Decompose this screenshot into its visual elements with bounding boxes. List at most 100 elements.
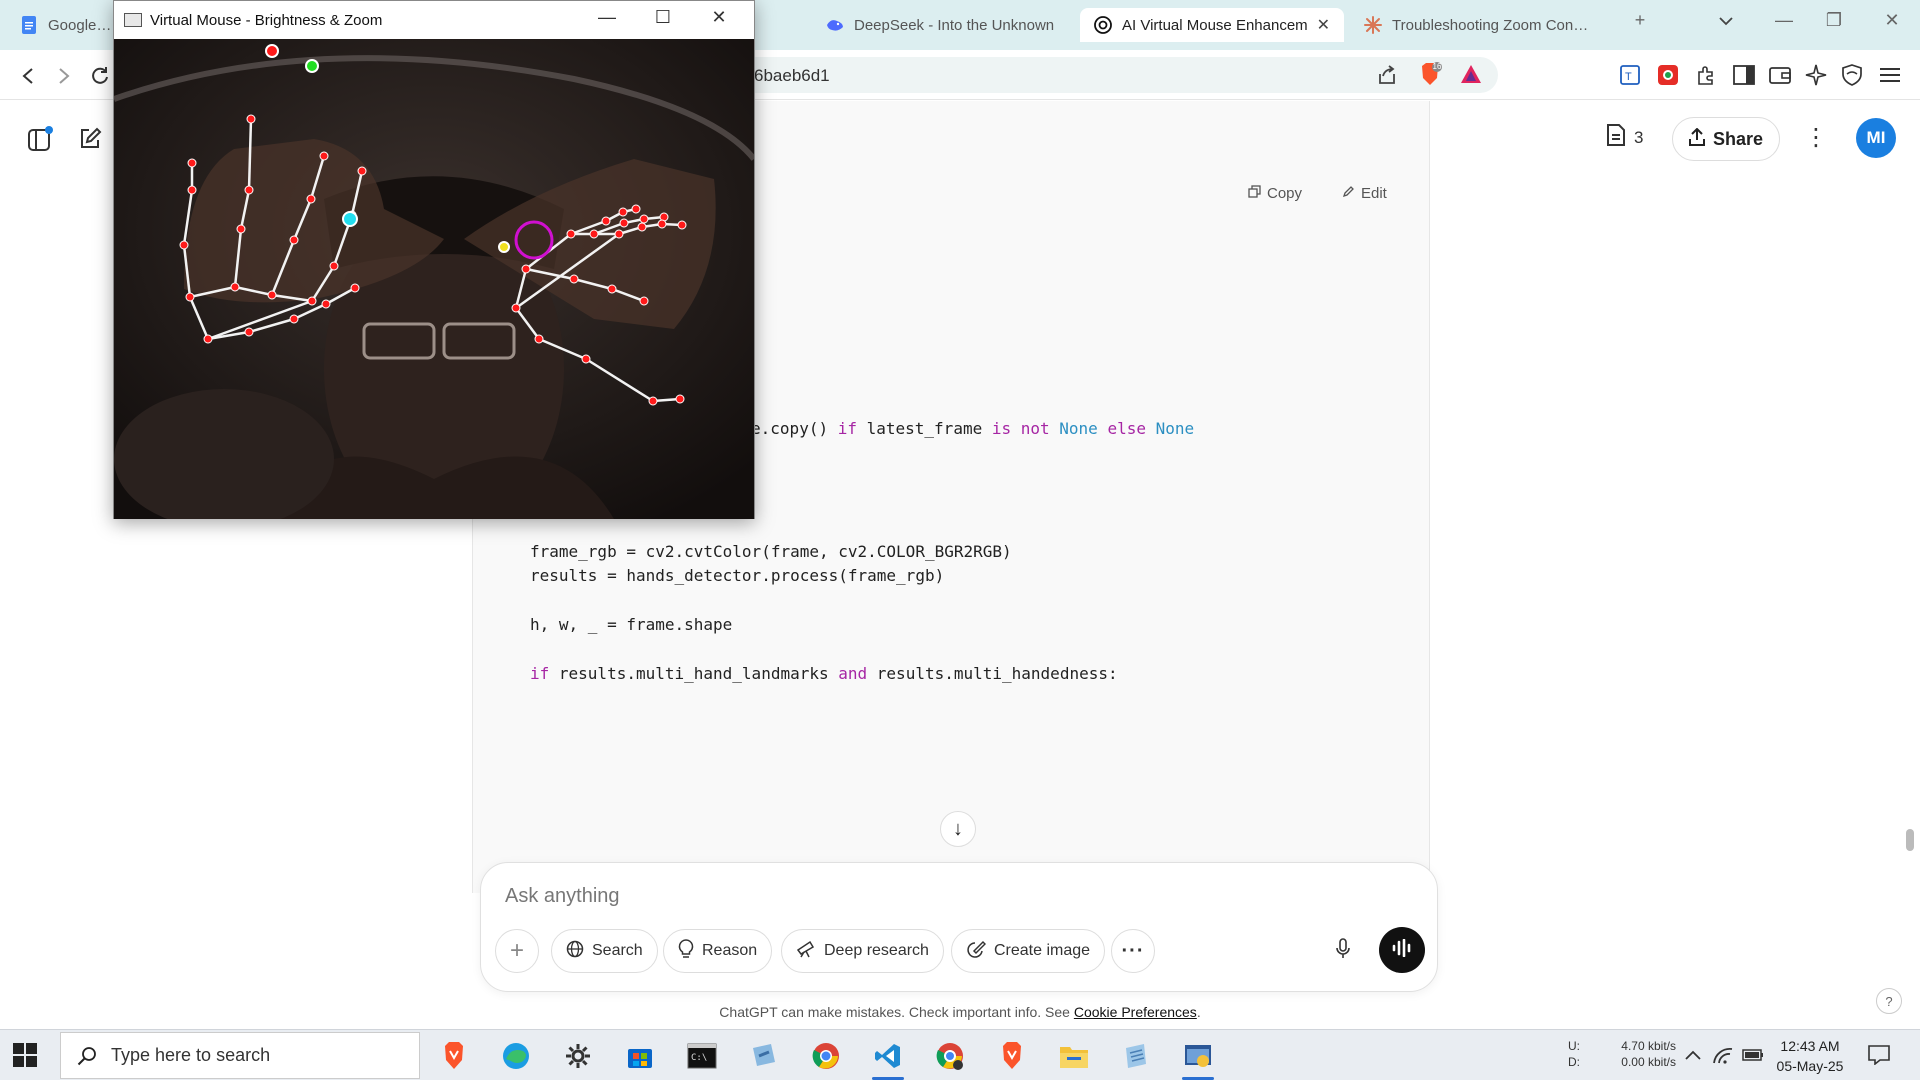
edit-label: Edit: [1361, 185, 1387, 202]
menu-icon[interactable]: [1876, 61, 1904, 89]
page-scrollbar-thumb[interactable]: [1906, 829, 1914, 851]
notepad-icon[interactable]: [1116, 1036, 1156, 1076]
restore-button[interactable]: ❐: [1814, 10, 1854, 31]
copy-icon: [1248, 185, 1261, 202]
left-hand-landmark: [267, 290, 277, 300]
code-line: results = hands_detector.process(frame_r…: [530, 566, 944, 588]
help-button[interactable]: ?: [1876, 988, 1902, 1014]
create-image-button[interactable]: Create image: [951, 929, 1106, 973]
copy-code-button[interactable]: Copy: [1248, 185, 1302, 202]
right-hand-landmark: [521, 264, 531, 274]
microphone-icon: [1335, 937, 1351, 965]
scroll-to-bottom-button[interactable]: ↓: [940, 811, 976, 847]
yellow-point-marker: [498, 241, 510, 253]
paint-icon[interactable]: [744, 1036, 784, 1076]
document-icon: [1606, 123, 1626, 152]
brave-rewards-icon[interactable]: [1460, 64, 1482, 89]
close-window-button[interactable]: ✕: [1872, 10, 1912, 31]
left-hand-landmark: [187, 185, 197, 195]
brave-icon[interactable]: [434, 1036, 474, 1076]
share-page-icon[interactable]: [1376, 64, 1398, 91]
store-icon[interactable]: [620, 1036, 660, 1076]
right-hand-landmark: [631, 204, 641, 214]
taskbar-search[interactable]: Type here to search: [60, 1032, 420, 1079]
ellipsis-icon: ···: [1121, 939, 1145, 962]
search-label: Search: [592, 942, 643, 959]
reload-icon[interactable]: [86, 62, 114, 90]
deep-research-button[interactable]: Deep research: [781, 929, 944, 973]
vpn-shield-icon[interactable]: [1838, 61, 1866, 89]
brave-shields-icon[interactable]: 16: [1418, 62, 1442, 93]
more-options-icon[interactable]: ⋮: [1804, 123, 1828, 152]
tab-chatgpt[interactable]: AI Virtual Mouse Enhancem ✕: [1080, 8, 1344, 42]
cam-maximize-button[interactable]: ☐: [640, 7, 686, 28]
system-clock[interactable]: 12:43 AM 05-May-25: [1770, 1036, 1850, 1076]
app-window-icon: [124, 13, 142, 27]
close-tab-icon[interactable]: ✕: [1309, 15, 1330, 35]
share-button[interactable]: Share: [1672, 117, 1780, 161]
right-hand-landmark: [511, 303, 521, 313]
tab-claude[interactable]: Troubleshooting Zoom Control: [1350, 8, 1606, 42]
canvas-docs-button[interactable]: 3: [1606, 123, 1643, 152]
file-explorer-icon[interactable]: [1054, 1036, 1094, 1076]
camera-window-titlebar[interactable]: Virtual Mouse - Brightness & Zoom — ☐ ✕: [114, 1, 754, 39]
user-avatar[interactable]: MI: [1856, 118, 1896, 158]
edge-icon[interactable]: [496, 1036, 536, 1076]
camera-window[interactable]: Virtual Mouse - Brightness & Zoom — ☐ ✕: [113, 0, 755, 519]
leo-ai-icon[interactable]: [1802, 61, 1830, 89]
lightbulb-icon: [678, 938, 694, 964]
search-button[interactable]: Search: [551, 929, 658, 973]
minimize-button[interactable]: —: [1764, 10, 1804, 31]
more-tools-button[interactable]: ···: [1111, 929, 1155, 973]
wifi-icon[interactable]: [1712, 1044, 1734, 1066]
terminal-icon[interactable]: C:\: [682, 1036, 722, 1076]
start-button[interactable]: [12, 1042, 40, 1070]
sidebar-toggle-icon[interactable]: [1730, 61, 1758, 89]
battery-icon[interactable]: [1742, 1044, 1764, 1066]
brave-beta-icon[interactable]: [992, 1036, 1032, 1076]
dictate-button[interactable]: [1327, 935, 1359, 967]
sidebar-open-icon[interactable]: [24, 123, 56, 155]
network-speed: U: D: 4.70 kbit/s 0.00 kbit/s: [1568, 1038, 1676, 1070]
back-icon[interactable]: [14, 62, 42, 90]
cookie-preferences-link[interactable]: Cookie Preferences: [1074, 1004, 1197, 1020]
tab-google-docs[interactable]: Google Do: [6, 8, 126, 42]
chrome-profile-icon[interactable]: [930, 1036, 970, 1076]
show-hidden-icons-chevron-icon[interactable]: [1682, 1044, 1704, 1066]
image-brush-icon: [966, 940, 987, 963]
left-hand-landmark: [319, 151, 329, 161]
forward-icon[interactable]: [50, 62, 78, 90]
voice-mode-button[interactable]: [1379, 927, 1425, 973]
tab-search-chevron-icon[interactable]: [1706, 10, 1746, 31]
search-icon: [75, 1044, 99, 1068]
translate-icon[interactable]: T: [1616, 61, 1644, 89]
right-hand-landmark: [639, 296, 649, 306]
vscode-icon[interactable]: [868, 1036, 908, 1080]
attach-button[interactable]: +: [495, 929, 539, 973]
edit-code-button[interactable]: Edit: [1342, 185, 1387, 202]
cam-close-button[interactable]: ✕: [696, 7, 742, 28]
download-label: D:: [1568, 1055, 1580, 1069]
settings-icon[interactable]: [558, 1036, 598, 1076]
record-extension-icon[interactable]: [1654, 61, 1682, 89]
chrome-icon[interactable]: [806, 1036, 846, 1076]
reason-button[interactable]: Reason: [663, 929, 773, 973]
notifications-icon[interactable]: [1868, 1044, 1890, 1066]
code-keyword: and: [838, 664, 868, 683]
disclaimer-text: ChatGPT can make mistakes. Check importa…: [719, 1004, 1070, 1020]
new-chat-icon[interactable]: [74, 123, 106, 155]
python-app-icon[interactable]: [1178, 1036, 1218, 1080]
clock-time: 12:43 AM: [1780, 1038, 1840, 1054]
extensions-icon[interactable]: [1692, 61, 1720, 89]
new-tab-button[interactable]: +: [1620, 10, 1660, 31]
cam-minimize-button[interactable]: —: [584, 7, 630, 28]
right-hand-landmark: [677, 220, 687, 230]
left-hand-landmark: [357, 166, 367, 176]
chat-input[interactable]: Ask anything: [505, 885, 620, 908]
tab-deepseek[interactable]: DeepSeek - Into the Unknown: [812, 8, 1072, 42]
wallet-icon[interactable]: [1766, 61, 1794, 89]
tab-title: Troubleshooting Zoom Control: [1392, 16, 1592, 34]
